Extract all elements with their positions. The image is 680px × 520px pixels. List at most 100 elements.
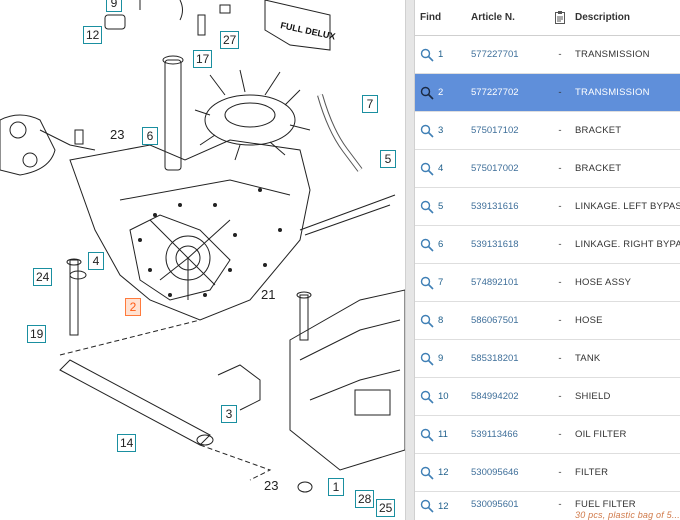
table-row[interactable]: 7 574892101 - HOSE ASSY — [415, 264, 680, 302]
brand-decal-text: FULL DELUX — [280, 20, 337, 41]
description-text: TANK — [575, 353, 601, 364]
magnifier-icon[interactable] — [420, 390, 434, 404]
find-cell[interactable]: 2 — [415, 86, 465, 100]
magnifier-icon[interactable] — [420, 200, 434, 214]
find-cell[interactable]: 5 — [415, 200, 465, 214]
find-cell[interactable]: 9 — [415, 352, 465, 366]
description: HOSE ASSY — [575, 277, 680, 288]
exploded-parts-diagram[interactable]: FULL DELUX 9 12 17 27 7 6 5 24 4 2 19 3 … — [0, 0, 405, 520]
find-number: 6 — [438, 239, 444, 250]
qty-dash: - — [558, 499, 562, 510]
description-text: BRACKET — [575, 163, 622, 174]
find-number: 8 — [438, 315, 444, 326]
table-row[interactable]: 8 586067501 - HOSE — [415, 302, 680, 340]
callout-12[interactable]: 12 — [83, 26, 103, 44]
article-number: 530095601 — [471, 499, 519, 510]
find-cell[interactable]: 3 — [415, 124, 465, 138]
callout-top[interactable]: 9 — [106, 0, 122, 12]
find-number: 2 — [438, 87, 444, 98]
magnifier-icon[interactable] — [420, 276, 434, 290]
find-number: 9 — [438, 353, 444, 364]
magnifier-icon[interactable] — [420, 238, 434, 252]
callout-7[interactable]: 7 — [362, 95, 378, 113]
qty-dash: - — [558, 49, 562, 60]
find-cell[interactable]: 10 — [415, 390, 465, 404]
magnifier-icon[interactable] — [420, 86, 434, 100]
magnifier-icon[interactable] — [420, 428, 434, 442]
table-row[interactable]: 6 539131618 - LINKAGE. RIGHT BYPASS — [415, 226, 680, 264]
header-find[interactable]: Find — [415, 12, 465, 23]
table-row[interactable]: 4 575017002 - BRACKET — [415, 150, 680, 188]
description: TANK — [575, 353, 680, 364]
description: LINKAGE. RIGHT BYPASS — [575, 239, 680, 250]
header-article[interactable]: Article N. — [465, 12, 545, 23]
callout-25[interactable]: 25 — [376, 499, 396, 517]
callout-1[interactable]: 1 — [328, 478, 344, 496]
magnifier-icon[interactable] — [420, 352, 434, 366]
qty-dash: - — [558, 429, 562, 440]
article-number: 584994202 — [471, 391, 519, 402]
magnifier-icon[interactable] — [420, 48, 434, 62]
callout-17[interactable]: 17 — [193, 50, 213, 68]
callout-6[interactable]: 6 — [142, 127, 158, 145]
description: LINKAGE. LEFT BYPASS — [575, 201, 680, 212]
find-cell[interactable]: 11 — [415, 428, 465, 442]
parts-list-rows: 1 577227701 - TRANSMISSION 2 577227702 - TRANSM… — [415, 36, 680, 520]
table-row[interactable]: 3 575017102 - BRACKET — [415, 112, 680, 150]
callout-19[interactable]: 19 — [27, 325, 47, 343]
callout-2-selected[interactable]: 2 — [125, 298, 141, 316]
label-21: 21 — [261, 287, 276, 302]
description-text: SHIELD — [575, 391, 611, 402]
description-text: FILTER — [575, 467, 609, 478]
description: SHIELD — [575, 391, 680, 402]
find-number: 3 — [438, 125, 444, 136]
magnifier-icon[interactable] — [420, 499, 434, 513]
article-number: 586067501 — [471, 315, 519, 326]
header-description[interactable]: Description — [575, 12, 680, 23]
clipboard-icon[interactable] — [545, 11, 575, 24]
callout-28[interactable]: 28 — [355, 490, 375, 508]
find-number: 12 — [438, 467, 449, 478]
parts-list-header: Find Article N. Description — [415, 0, 680, 36]
article-number: 539131618 — [471, 239, 519, 250]
article-number: 574892101 — [471, 277, 519, 288]
find-cell[interactable]: 6 — [415, 238, 465, 252]
magnifier-icon[interactable] — [420, 466, 434, 480]
description: OIL FILTER — [575, 429, 680, 440]
callout-27[interactable]: 27 — [220, 31, 240, 49]
find-cell[interactable]: 1 — [415, 48, 465, 62]
table-row[interactable]: 5 539131616 - LINKAGE. LEFT BYPASS — [415, 188, 680, 226]
description: TRANSMISSION — [575, 49, 680, 60]
description: FUEL FILTER 30 pcs, plastic bag of 5... — [575, 499, 680, 520]
find-cell[interactable]: 12 — [415, 499, 465, 513]
find-cell[interactable]: 4 — [415, 162, 465, 176]
table-row[interactable]: 12 530095601 - FUEL FILTER 30 pcs, plastic b… — [415, 492, 680, 520]
pane-splitter[interactable] — [405, 0, 415, 520]
table-row[interactable]: 11 539113466 - OIL FILTER — [415, 416, 680, 454]
table-row[interactable]: 10 584994202 - SHIELD — [415, 378, 680, 416]
table-row[interactable]: 1 577227701 - TRANSMISSION — [415, 36, 680, 74]
description-text: OIL FILTER — [575, 429, 627, 440]
magnifier-icon[interactable] — [420, 124, 434, 138]
description: TRANSMISSION — [575, 87, 680, 98]
magnifier-icon[interactable] — [420, 162, 434, 176]
magnifier-icon[interactable] — [420, 314, 434, 328]
description: BRACKET — [575, 125, 680, 136]
description-text: FUEL FILTER — [575, 499, 636, 510]
callout-5[interactable]: 5 — [380, 150, 396, 168]
table-row[interactable]: 2 577227702 - TRANSMISSION — [415, 74, 680, 112]
callout-14[interactable]: 14 — [117, 434, 137, 452]
description-text: BRACKET — [575, 125, 622, 136]
find-cell[interactable]: 12 — [415, 466, 465, 480]
table-row[interactable]: 9 585318201 - TANK — [415, 340, 680, 378]
description-text: HOSE — [575, 315, 603, 326]
find-cell[interactable]: 7 — [415, 276, 465, 290]
article-number: 585318201 — [471, 353, 519, 364]
callout-24[interactable]: 24 — [33, 268, 53, 286]
qty-dash: - — [558, 315, 562, 326]
description-text: TRANSMISSION — [575, 87, 650, 98]
table-row[interactable]: 12 530095646 - FILTER — [415, 454, 680, 492]
callout-3[interactable]: 3 — [221, 405, 237, 423]
find-cell[interactable]: 8 — [415, 314, 465, 328]
callout-4[interactable]: 4 — [88, 252, 104, 270]
